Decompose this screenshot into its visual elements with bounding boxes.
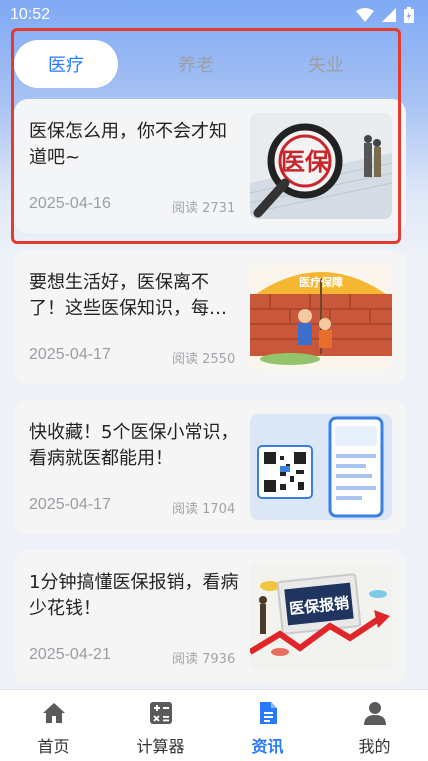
article-thumbnail: 医保 [250,113,392,219]
home-icon [42,703,65,723]
nav-label: 首页 [37,737,70,756]
article-date: 2025-04-17 [29,346,111,363]
article-date: 2025-04-16 [29,195,111,212]
status-bar: 10:52 [0,0,428,30]
tab-pension[interactable]: 养老 [144,40,248,88]
battery-icon [404,7,414,23]
tab-unemployment[interactable]: 失业 [274,40,378,88]
article-reads: 阅读 2550 [172,352,236,367]
article-thumbnail: 医保报销 [250,564,392,670]
signal-icon [382,8,396,22]
nav-label: 计算器 [136,737,185,756]
article-card-1[interactable]: 医保怎么用，你不会才知道吧~ 2025-04-16 阅读 2731 医保 [14,99,406,233]
article-reads: 阅读 2731 [172,201,236,216]
bottom-navigation: 首页 计算器 资讯 我的 [0,689,428,761]
tab-medical[interactable]: 医疗 [14,40,118,88]
nav-profile[interactable]: 我的 [321,690,428,761]
status-icons [356,7,414,23]
article-title: 要想生活好，医保离不了！这些医保知识，每… [29,272,227,319]
article-card-2[interactable]: 要想生活好，医保离不了！这些医保知识，每… 2025-04-17 阅读 2550… [14,250,406,384]
article-reads: 阅读 1704 [172,502,236,517]
nav-label: 资讯 [251,737,284,756]
wifi-icon [356,8,374,22]
article-card-3[interactable]: 快收藏！5个医保小常识，看病就医都能用！ 2025-04-17 阅读 1704 [14,400,406,534]
nav-news[interactable]: 资讯 [214,690,321,761]
article-title: 1分钟搞懂医保报销，看病少花钱！ [29,572,239,619]
thumbnail-text: 医疗保障 [299,275,343,289]
article-thumbnail [250,414,392,520]
calculator-icon [149,702,172,724]
category-tabs: 医疗 养老 失业 [14,40,398,88]
article-title: 快收藏！5个医保小常识，看病就医都能用！ [29,422,239,469]
article-date: 2025-04-17 [29,496,111,513]
nav-calculator[interactable]: 计算器 [107,690,214,761]
profile-icon [363,702,386,725]
nav-label: 我的 [358,737,391,756]
article-title: 医保怎么用，你不会才知道吧~ [29,121,227,168]
article-card-4[interactable]: 1分钟搞懂医保报销，看病少花钱！ 2025-04-21 阅读 7936 医保报销 [14,550,406,684]
nav-home[interactable]: 首页 [0,690,107,761]
news-icon [259,702,277,724]
article-thumbnail: 医疗保障 [250,264,392,370]
thumbnail-text: 医保 [281,148,330,176]
article-reads: 阅读 7936 [172,652,236,667]
status-time: 10:52 [10,6,51,23]
article-date: 2025-04-21 [29,646,111,663]
